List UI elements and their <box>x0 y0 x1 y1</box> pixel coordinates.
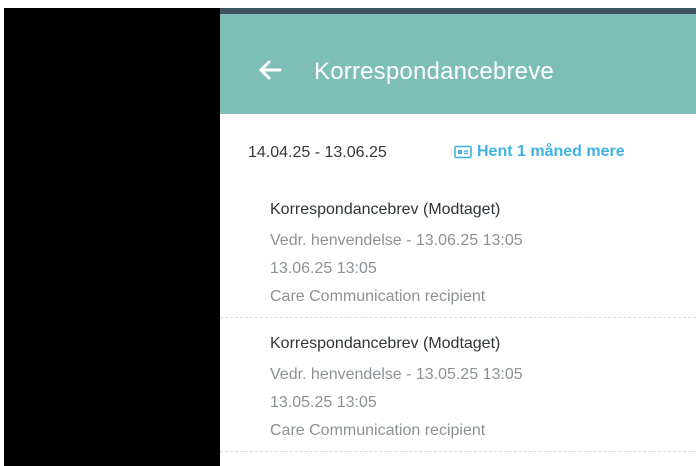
letters-list: Korrespondancebrev (Modtaget) Vedr. henv… <box>220 184 696 452</box>
left-black-panel <box>4 8 220 466</box>
letter-subject: Vedr. henvendelse - 13.06.25 13:05 <box>270 232 523 249</box>
calendar-icon <box>454 145 472 159</box>
date-range: 14.04.25 - 13.06.25 <box>248 144 387 161</box>
arrow-left-icon <box>259 60 282 80</box>
page-title: Korrespondancebreve <box>314 58 554 85</box>
letter-list-item[interactable]: Korrespondancebrev (Modtaget) Vedr. henv… <box>220 184 696 318</box>
letter-title: Korrespondancebrev (Modtaget) <box>270 335 501 352</box>
letter-date: 13.05.25 13:05 <box>270 394 377 411</box>
letter-subject: Vedr. henvendelse - 13.05.25 13:05 <box>270 366 523 383</box>
letter-recipient: Care Communication recipient <box>270 288 486 305</box>
load-more-button[interactable]: Hent 1 måned mere <box>454 143 625 161</box>
back-button[interactable] <box>254 54 286 86</box>
load-more-label: Hent 1 måned mere <box>477 143 625 160</box>
app-bar: Korrespondancebreve <box>220 14 696 114</box>
period-row: 14.04.25 - 13.06.25 Hent 1 måned mere <box>220 114 696 184</box>
letter-recipient: Care Communication recipient <box>270 422 486 439</box>
letter-list-item[interactable]: Korrespondancebrev (Modtaget) Vedr. henv… <box>220 318 696 452</box>
app-screen: Korrespondancebreve 14.04.25 - 13.06.25 … <box>220 8 696 466</box>
letter-date: 13.06.25 13:05 <box>270 260 377 277</box>
letter-title: Korrespondancebrev (Modtaget) <box>270 201 501 218</box>
